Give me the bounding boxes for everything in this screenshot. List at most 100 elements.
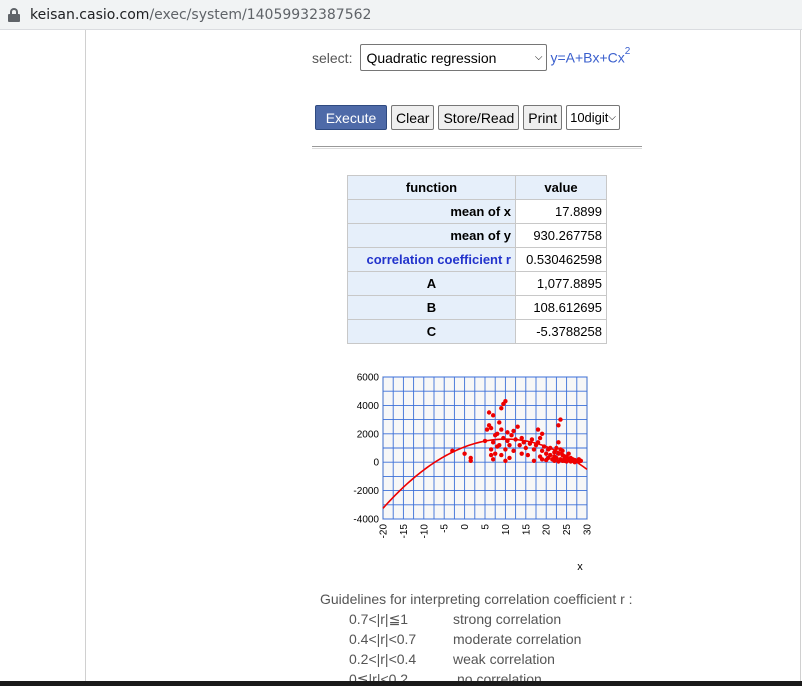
x-tick-label: 15	[521, 524, 532, 536]
y-tick-label: 2000	[357, 429, 380, 440]
row-label: mean of x	[347, 199, 516, 224]
x-tick-label: -5	[440, 524, 451, 533]
store-read-button[interactable]: Store/Read	[438, 105, 520, 130]
guideline-meaning: moderate correlation	[453, 631, 582, 647]
data-point	[509, 433, 514, 438]
data-point	[527, 441, 533, 446]
data-point	[539, 457, 545, 462]
left-divider	[85, 30, 86, 686]
table-header-row: function value	[347, 175, 607, 200]
y-tick-label: -2000	[353, 486, 379, 497]
data-point	[499, 427, 504, 432]
table-row: C -5.3788258	[347, 319, 607, 344]
data-point	[497, 420, 502, 425]
data-point	[558, 417, 563, 422]
x-tick-label: -10	[419, 524, 430, 539]
data-point	[548, 452, 553, 458]
row-value: -5.3788258	[515, 319, 607, 344]
data-point	[560, 448, 565, 454]
row-label: mean of y	[347, 223, 516, 248]
x-axis-label: x	[577, 561, 583, 573]
data-point	[505, 430, 510, 435]
data-point	[537, 435, 543, 441]
data-point	[503, 447, 508, 452]
data-point	[490, 440, 496, 445]
guideline-row: 0.4<|r|<0.7 moderate correlation	[349, 631, 581, 647]
data-point	[519, 451, 524, 456]
guideline-row: 0.7<|r|≦1 strong correlation	[349, 611, 561, 628]
row-value: 1,077.8895	[515, 271, 607, 296]
data-point	[525, 452, 531, 458]
lock-icon[interactable]	[8, 7, 20, 22]
row-value: 17.8899	[515, 199, 607, 224]
data-point	[490, 413, 496, 418]
data-point	[541, 444, 547, 449]
digits-value: 10digit	[570, 110, 609, 125]
data-point	[535, 440, 541, 445]
row-value: 930.267758	[515, 223, 607, 248]
data-point	[515, 424, 520, 429]
data-point	[556, 440, 561, 445]
data-point	[519, 435, 524, 441]
url-domain: keisan.casio.com	[30, 6, 150, 23]
data-point	[490, 457, 496, 462]
data-point	[505, 438, 510, 444]
guideline-row: 0.2<|r|<0.4 weak correlation	[349, 651, 555, 667]
y-tick-label: 0	[373, 458, 379, 469]
section-divider	[312, 146, 642, 149]
guideline-range: 0.7<|r|≦1	[349, 611, 409, 627]
data-point	[499, 452, 504, 458]
select-label: select:	[312, 49, 353, 66]
table-row: A 1,077.8895	[347, 271, 607, 296]
y-tick-label: 4000	[357, 401, 380, 412]
data-point	[501, 435, 506, 441]
digits-select[interactable]: 10digit ⌵	[566, 105, 620, 130]
regression-formula: y=A+Bx+Cx2	[550, 46, 631, 66]
row-value: 108.612695	[515, 295, 607, 320]
action-toolbar: Execute Clear Store/Read Print 10digit ⌵	[315, 105, 620, 130]
data-point	[511, 448, 516, 454]
address-bar[interactable]: keisan.casio.com/exec/system/14059932387…	[0, 0, 802, 30]
data-point	[503, 458, 508, 463]
execute-button[interactable]: Execute	[315, 105, 387, 130]
x-tick-label: -20	[379, 524, 390, 539]
data-point	[552, 450, 557, 455]
x-tick-label: 5	[481, 524, 492, 530]
data-point	[544, 451, 549, 456]
data-point	[450, 448, 455, 454]
chevron-down-icon: ⌵	[534, 52, 543, 63]
table-row: B 108.612695	[347, 295, 607, 320]
data-point	[523, 445, 528, 451]
guideline-range: 0.2<|r|<0.4	[349, 651, 417, 667]
x-tick-label: 10	[501, 524, 512, 536]
data-point	[488, 425, 494, 431]
x-tick-label: -15	[399, 524, 410, 539]
data-point	[503, 398, 508, 404]
data-point	[521, 440, 526, 445]
data-point	[495, 431, 500, 436]
correlation-coefficient-link[interactable]: correlation coefficient r	[347, 247, 516, 272]
data-point	[486, 410, 492, 415]
right-divider	[800, 30, 801, 686]
data-point	[539, 431, 545, 436]
regression-type-select[interactable]: Quadratic regression ⌵	[360, 44, 548, 71]
row-label: A	[347, 271, 516, 296]
row-value: 0.530462598	[515, 247, 607, 272]
guideline-range: 0.4<|r|<0.7	[349, 631, 417, 647]
print-button[interactable]: Print	[523, 105, 563, 130]
table-row: mean of x 17.8899	[347, 199, 607, 224]
table-row: correlation coefficient r 0.530462598	[347, 247, 607, 272]
x-tick-label: 0	[460, 524, 471, 530]
data-point	[484, 427, 490, 432]
data-point	[578, 458, 584, 463]
data-point	[507, 455, 512, 461]
data-point	[468, 458, 473, 463]
row-label: C	[347, 319, 516, 344]
x-tick-label: 20	[542, 524, 553, 536]
data-point	[497, 442, 502, 448]
clear-button[interactable]: Clear	[391, 105, 435, 130]
data-point	[488, 452, 494, 458]
header-function: function	[347, 175, 516, 200]
data-point	[482, 438, 488, 444]
regression-type-value: Quadratic regression	[366, 49, 497, 66]
